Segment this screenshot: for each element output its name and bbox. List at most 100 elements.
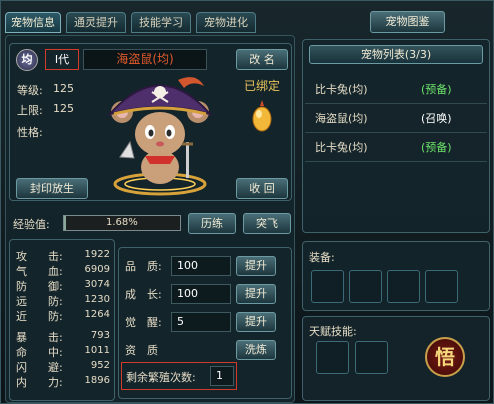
exp-label: 经验值: <box>13 218 50 231</box>
equip-slot-2[interactable] <box>349 270 382 303</box>
attribute-char1: 攻 <box>16 250 27 263</box>
attribute-char1: 防 <box>16 280 27 293</box>
pet-list-status: (召唤) <box>421 112 452 125</box>
seal-release-button[interactable]: 封印放生 <box>16 178 88 199</box>
golden-egg-icon[interactable] <box>250 99 274 133</box>
attribute-value: 1922 <box>84 249 110 260</box>
talent-label: 天赋技能: <box>309 325 357 338</box>
attribute-value: 793 <box>90 330 110 341</box>
equip-slot-3[interactable] <box>387 270 420 303</box>
attribute-row: 防 御: 3074 <box>10 278 114 293</box>
attribute-value: 1011 <box>84 345 110 356</box>
attribute-row: 闪 避: 952 <box>10 359 114 374</box>
pet-list-name: 比卡兔(均) <box>315 141 368 154</box>
pet-portrait-panel: 均 I代 海盗鼠(均) 等级: 125 上限: 125 性格: 改 名 已绑定 … <box>9 43 292 201</box>
growth-value: 100 <box>171 284 231 304</box>
attribute-char1: 命 <box>16 346 27 359</box>
exp-progress-fill <box>64 216 66 230</box>
train-button[interactable]: 历练 <box>188 213 236 234</box>
pet-codex-button[interactable]: 宠物图鉴 <box>370 11 445 33</box>
generation-label: I代 <box>45 49 79 70</box>
tab-pet-info[interactable]: 宠物信息 <box>5 12 61 33</box>
attribute-char2: 御: <box>48 280 63 293</box>
attributes-panel: 攻击: 1922 气血: 6909 防御: 3074 远防: 1230 近防: 1264 暴击: 79… <box>9 239 115 401</box>
growth-label: 成 长: <box>125 288 162 301</box>
attribute-row: 暴 击: 793 <box>10 329 114 344</box>
pet-list-name: 比卡兔(均) <box>315 83 368 96</box>
rename-button[interactable]: 改 名 <box>236 49 288 70</box>
pet-window: 宠物信息 通灵提升 技能学习 宠物进化 宠物图鉴 均 I代 海盗鼠(均) 等级:… <box>0 0 494 404</box>
quality-upgrade-button[interactable]: 提升 <box>236 256 276 276</box>
attribute-char1: 气 <box>16 265 27 278</box>
breed-label: 剩余繁殖次数: <box>126 371 196 384</box>
attribute-char1: 暴 <box>16 331 27 344</box>
awaken-upgrade-button[interactable]: 提升 <box>236 312 276 332</box>
attribute-char2: 力: <box>48 376 63 389</box>
attribute-char1: 闪 <box>16 361 27 374</box>
attribute-char2: 击: <box>48 331 63 344</box>
nature-label: 性格: <box>17 126 43 139</box>
attribute-row: 攻 击: 1922 <box>10 248 114 263</box>
pet-list-item[interactable]: 比卡兔(均) (预备) <box>311 134 481 160</box>
attribute-row: 气 血: 6909 <box>10 263 114 278</box>
equip-slot-4[interactable] <box>425 270 458 303</box>
talent-slot-2[interactable] <box>355 341 388 374</box>
aptitude-label: 资 质 <box>125 344 158 357</box>
attribute-char2: 血: <box>48 265 63 278</box>
attribute-char2: 防: <box>48 295 63 308</box>
pet-list-status: (预备) <box>421 83 452 96</box>
breed-count-box: 剩余繁殖次数: 1 <box>121 362 237 390</box>
attribute-row: 命 中: 1011 <box>10 344 114 359</box>
level-label: 等级: <box>17 84 43 97</box>
attribute-value: 952 <box>90 360 110 371</box>
cap-label: 上限: <box>17 104 43 117</box>
attribute-row: 近 防: 1264 <box>10 308 114 323</box>
pet-list-status: (预备) <box>421 141 452 154</box>
exp-percent: 1.68% <box>106 217 138 228</box>
tab-pet-evolution[interactable]: 宠物进化 <box>196 12 256 33</box>
attribute-char1: 内 <box>16 376 27 389</box>
pet-list-panel: 宠物列表(3/3) 比卡兔(均) (预备) 海盗鼠(均) (召唤) 比卡兔(均) (预备) <box>302 39 490 233</box>
attribute-char1: 近 <box>16 310 27 323</box>
attribute-char2: 防: <box>48 310 63 323</box>
equipment-panel: 装备: <box>302 241 490 311</box>
enlighten-button[interactable]: 悟 <box>425 337 465 377</box>
equip-slot-1[interactable] <box>311 270 344 303</box>
attribute-char2: 中: <box>48 346 63 359</box>
pirate-mouse-pet-image <box>107 77 213 196</box>
pet-name: 海盗鼠(均) <box>83 49 207 70</box>
attribute-value: 1230 <box>84 294 110 305</box>
list-divider <box>305 161 487 162</box>
bound-status: 已绑定 <box>244 79 281 93</box>
talent-slot-1[interactable] <box>316 341 349 374</box>
equipment-label: 装备: <box>309 251 335 264</box>
awaken-value: 5 <box>171 312 231 332</box>
attribute-value: 1264 <box>84 309 110 320</box>
breed-value: 1 <box>210 366 234 386</box>
quality-label: 品 质: <box>125 260 162 273</box>
aptitude-panel: 品 质: 100 提升 成 长: 100 提升 觉 醒: 5 提升 资 质 洗炼… <box>118 247 292 399</box>
talent-panel: 天赋技能: 悟 <box>302 316 490 401</box>
growth-upgrade-button[interactable]: 提升 <box>236 284 276 304</box>
list-divider <box>305 132 487 133</box>
attribute-row: 远 防: 1230 <box>10 293 114 308</box>
attribute-char1: 远 <box>16 295 27 308</box>
list-divider <box>305 103 487 104</box>
quality-value: 100 <box>171 256 231 276</box>
exp-progress-bar: 1.68% <box>63 215 181 231</box>
pet-list-title: 宠物列表(3/3) <box>309 45 483 64</box>
tab-spirit-upgrade[interactable]: 通灵提升 <box>66 12 126 33</box>
recall-button[interactable]: 收 回 <box>236 178 288 199</box>
wash-button[interactable]: 洗炼 <box>236 340 276 360</box>
level-value: 125 <box>53 82 74 95</box>
tab-skill-learning[interactable]: 技能学习 <box>131 12 191 33</box>
pet-list-name: 海盗鼠(均) <box>315 112 368 125</box>
attribute-value: 1896 <box>84 375 110 386</box>
cap-value: 125 <box>53 102 74 115</box>
attribute-value: 3074 <box>84 279 110 290</box>
pet-list-item[interactable]: 比卡兔(均) (预备) <box>311 76 481 102</box>
breakthrough-button[interactable]: 突飞 <box>243 213 291 234</box>
attribute-value: 6909 <box>84 264 110 275</box>
attribute-char2: 避: <box>48 361 63 374</box>
pet-list-item[interactable]: 海盗鼠(均) (召唤) <box>311 105 481 131</box>
